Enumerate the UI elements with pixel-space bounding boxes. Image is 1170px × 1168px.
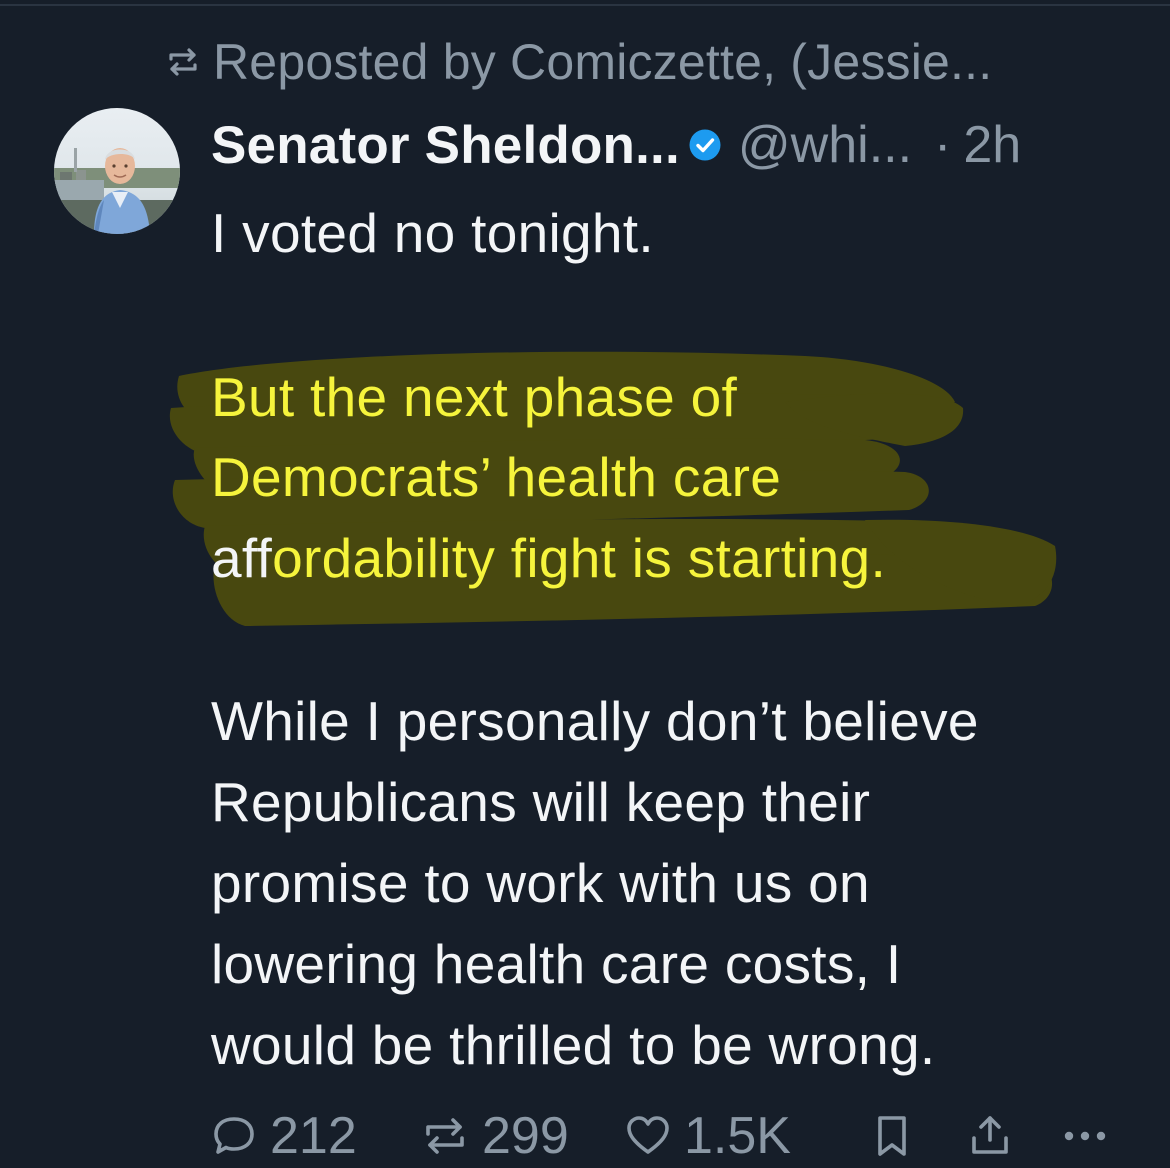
action-bar: 212 299 1.5K <box>210 1104 1130 1168</box>
bookmark-icon <box>872 1112 912 1160</box>
display-name[interactable]: Senator Sheldon... <box>211 115 680 176</box>
avatar[interactable] <box>54 108 180 234</box>
reply-count: 212 <box>270 1107 357 1165</box>
highlighted-text-segment: But the next phase of <box>211 366 738 428</box>
separator-dot: · <box>934 116 952 174</box>
like-count: 1.5K <box>684 1107 791 1165</box>
post-text-line: promise to work with us on <box>211 852 870 914</box>
repost-label: Reposted by Comiczette, (Jessie... <box>213 34 993 90</box>
verified-badge-icon <box>688 128 722 162</box>
repost-button[interactable]: 299 <box>420 1104 569 1168</box>
highlighted-text-segment: ordability fight is starting. <box>272 527 887 589</box>
post-text-line: would be thrilled to be wrong. <box>211 1014 936 1076</box>
post-header: Senator Sheldon... @whi... · 2h <box>211 112 1021 178</box>
like-button[interactable]: 1.5K <box>624 1104 791 1168</box>
post-text-line: I voted no tonight. <box>211 202 654 264</box>
repost-icon <box>163 42 203 82</box>
post-screen: Reposted by Comiczette, (Jessie... Senat… <box>0 0 1170 1168</box>
share-icon <box>968 1112 1012 1160</box>
author-handle[interactable]: @whi... <box>738 115 912 175</box>
post-text-line: While I personally don’t believe <box>211 690 979 752</box>
unhighlighted-text-segment: aff <box>211 527 273 589</box>
highlighted-text-segment: Democrats’ health care <box>211 446 782 508</box>
top-divider <box>0 4 1170 6</box>
reply-button[interactable]: 212 <box>210 1104 357 1168</box>
repost-count: 299 <box>482 1107 569 1165</box>
highlighted-text-line: Democrats’ health care <box>211 437 781 518</box>
share-button[interactable] <box>968 1104 1024 1168</box>
post-text-line: lowering health care costs, I <box>211 933 902 995</box>
post-timestamp[interactable]: 2h <box>963 115 1021 175</box>
repost-icon <box>420 1112 470 1160</box>
more-options-button[interactable] <box>1060 1104 1122 1168</box>
highlighted-text-line: But the next phase of <box>211 357 737 438</box>
post-text-line: Republicans will keep their <box>211 771 871 833</box>
highlighted-text-line: affordability fight is starting. <box>211 518 886 599</box>
repost-indicator[interactable]: Reposted by Comiczette, (Jessie... <box>163 30 992 94</box>
more-icon <box>1060 1112 1110 1160</box>
like-icon <box>624 1112 672 1160</box>
bookmark-button[interactable] <box>872 1104 924 1168</box>
reply-icon <box>210 1112 258 1160</box>
